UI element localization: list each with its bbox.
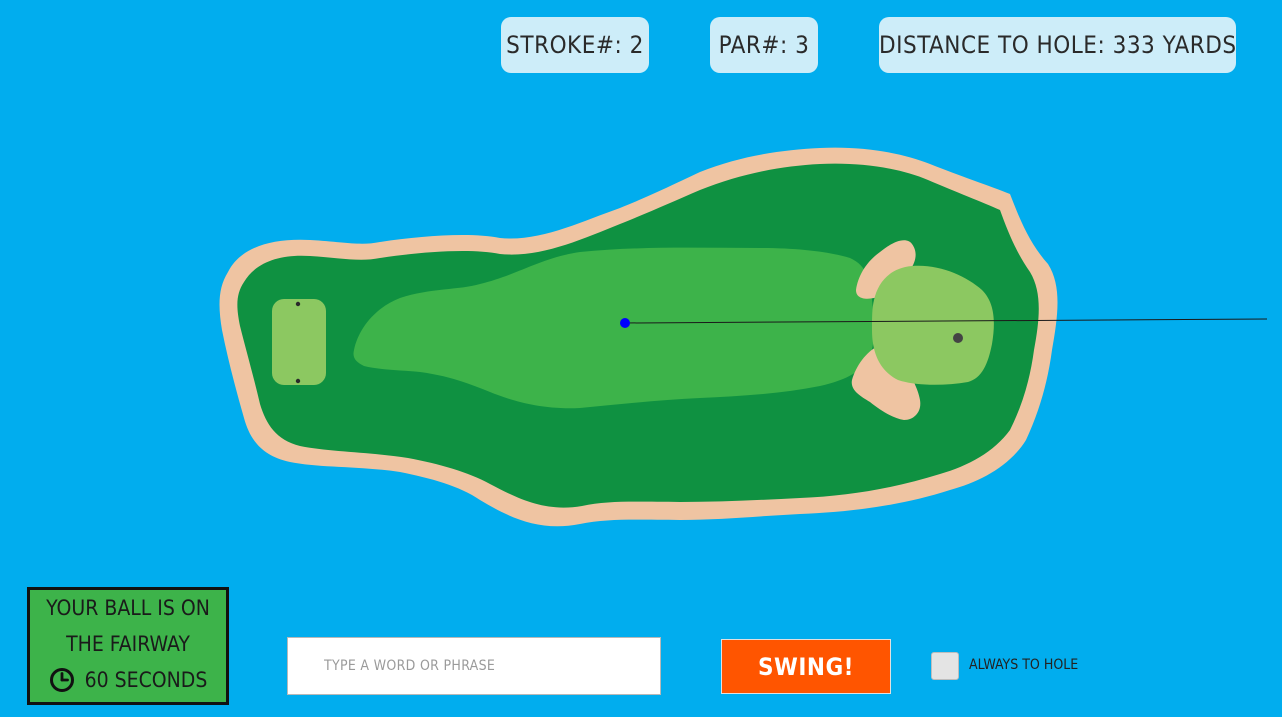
always-to-hole-checkbox[interactable] bbox=[931, 652, 959, 680]
tee-marker-bottom bbox=[295, 378, 301, 384]
status-line-1: YOUR BALL IS ON bbox=[46, 596, 210, 620]
status-line-2: THE FAIRWAY bbox=[66, 632, 190, 656]
tee-box bbox=[272, 299, 326, 385]
golf-ball bbox=[620, 318, 630, 328]
word-input[interactable] bbox=[287, 637, 661, 695]
swing-button[interactable]: SWING! bbox=[721, 639, 891, 694]
hole-cup bbox=[953, 333, 963, 343]
tee-marker-top bbox=[295, 301, 301, 307]
clock-icon bbox=[49, 668, 74, 692]
status-panel: YOUR BALL IS ON THE FAIRWAY 60 SECONDS bbox=[27, 587, 229, 705]
always-to-hole-label: ALWAYS TO HOLE bbox=[969, 657, 1079, 673]
timer-text: 60 SECONDS bbox=[84, 668, 208, 692]
timer: 60 SECONDS bbox=[30, 662, 226, 698]
